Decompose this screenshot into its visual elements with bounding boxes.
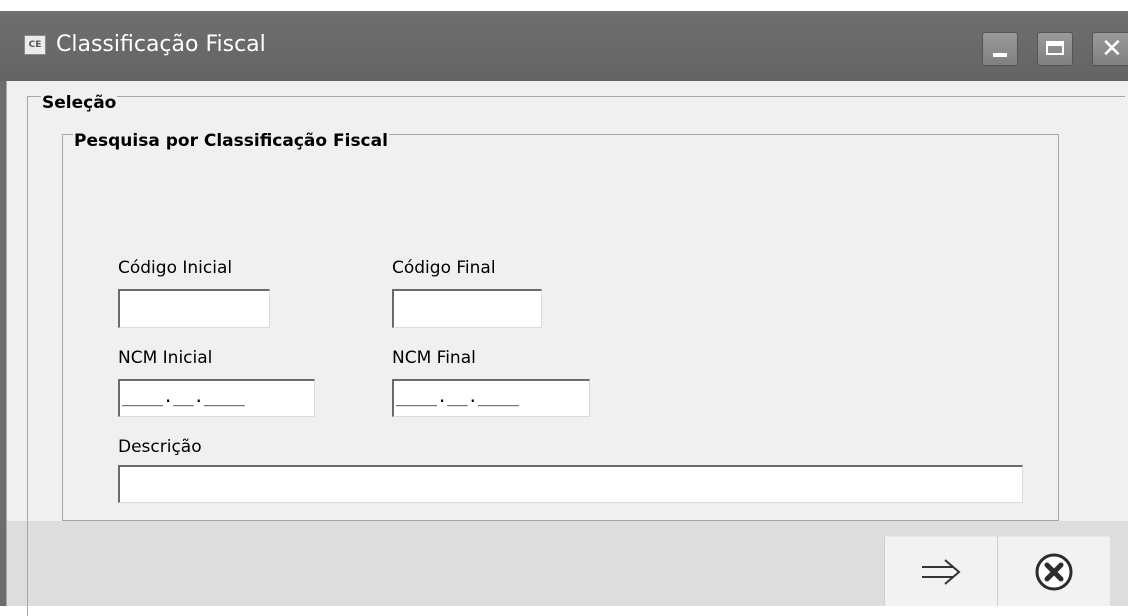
codigo-final-input[interactable] bbox=[392, 289, 542, 328]
ncm-final-label: NCM Final bbox=[392, 348, 476, 368]
maximize-button[interactable] bbox=[1037, 32, 1073, 66]
window: CE Classificação Fiscal ✕ Seleção Pesqui… bbox=[0, 11, 1128, 616]
close-button[interactable]: ✕ bbox=[1092, 32, 1128, 66]
confirm-button[interactable] bbox=[884, 536, 997, 606]
app-icon: CE bbox=[24, 35, 46, 55]
codigo-inicial-input[interactable] bbox=[118, 289, 270, 328]
window-title: Classificação Fiscal bbox=[56, 32, 266, 57]
close-circle-icon bbox=[1035, 553, 1073, 590]
ncm-inicial-mask: ____.__.____ bbox=[122, 387, 245, 407]
ncm-inicial-label: NCM Inicial bbox=[118, 348, 213, 368]
descricao-input[interactable] bbox=[118, 465, 1023, 503]
ncm-final-input[interactable]: ____.__.____ bbox=[392, 379, 590, 417]
window-client-area: Seleção Pesquisa por Classificação Fisca… bbox=[6, 81, 1128, 616]
descricao-label: Descrição bbox=[118, 437, 202, 457]
ncm-final-mask: ____.__.____ bbox=[396, 387, 519, 407]
minimize-button[interactable] bbox=[982, 32, 1018, 66]
cancel-button[interactable] bbox=[997, 536, 1110, 606]
screen-top-strip bbox=[0, 0, 1128, 11]
codigo-final-label: Código Final bbox=[392, 258, 496, 278]
codigo-inicial-label: Código Inicial bbox=[118, 258, 233, 278]
selection-legend: Seleção bbox=[41, 93, 118, 113]
ncm-inicial-input[interactable]: ____.__.____ bbox=[118, 379, 315, 417]
search-group-legend: Pesquisa por Classificação Fiscal bbox=[73, 131, 389, 151]
close-icon: ✕ bbox=[1101, 34, 1123, 64]
arrow-right-icon bbox=[922, 558, 961, 585]
title-bar[interactable]: CE Classificação Fiscal ✕ bbox=[0, 11, 1128, 81]
